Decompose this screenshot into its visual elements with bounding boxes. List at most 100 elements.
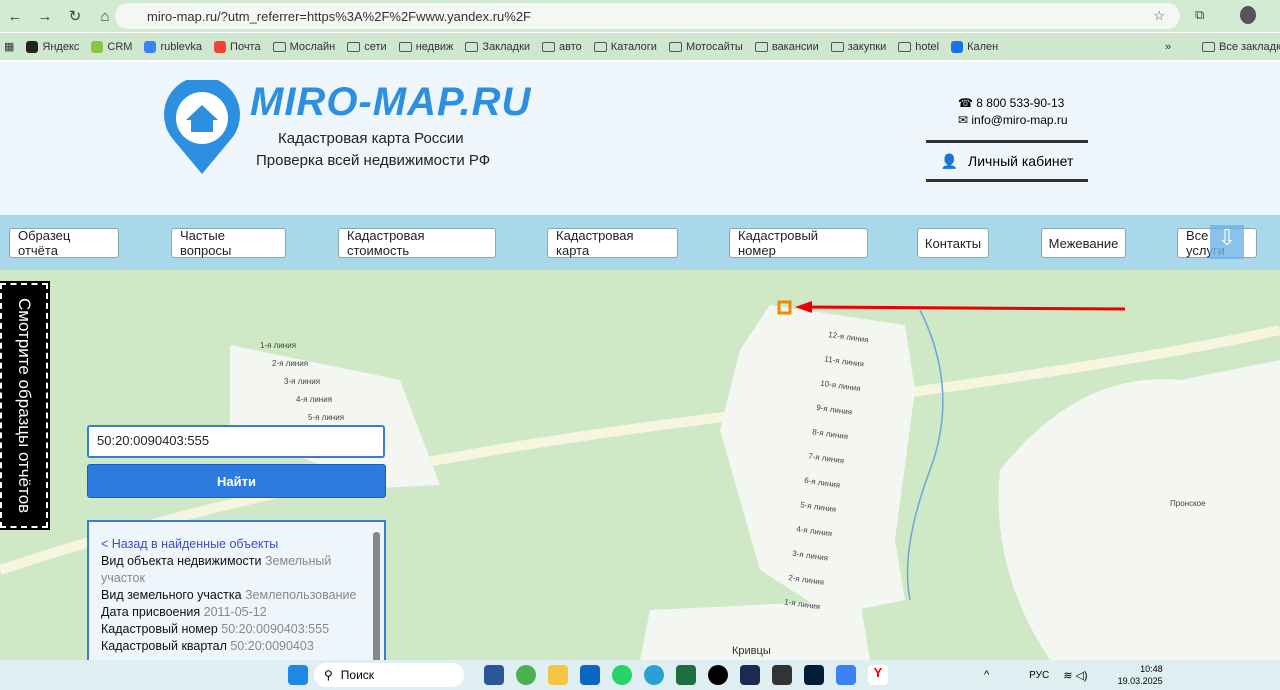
info-value: 50:20:0090403 (230, 639, 314, 653)
folder-icon (754, 41, 768, 52)
bookmark[interactable]: Каталоги (593, 40, 657, 53)
bookmark-label: hotel (915, 40, 940, 53)
bookmark[interactable]: Закладки (465, 41, 530, 53)
bookmark[interactable]: rublevka (144, 40, 203, 53)
nav-button[interactable]: Контакты (917, 228, 989, 258)
find-button[interactable]: Найти (87, 464, 386, 498)
explorer-icon[interactable] (548, 665, 568, 685)
telegram-icon[interactable] (644, 665, 664, 685)
bookmark-label: Каталоги (610, 40, 657, 53)
bookmark-icon (91, 40, 104, 53)
info-value: Землепользование (245, 588, 357, 602)
info-row: Кадастровый квартал 50:20:0090403 (101, 638, 364, 655)
nav-button[interactable]: Кадастровая стоимость (338, 228, 496, 258)
bookmark-label: Мослайн (289, 40, 336, 53)
cabinet-button[interactable]: 👤 Личный кабинет (926, 140, 1088, 182)
bookmark-label: авто (559, 40, 582, 53)
bookmark[interactable]: Мослайн (272, 40, 336, 53)
bookmark[interactable]: Мотосайты (668, 41, 743, 53)
folder-icon (1202, 41, 1215, 52)
taskbar: ⚲ Поиск Y ^ РУС ≋ ◁) 10:48 19.03.2025 (0, 660, 1280, 690)
info-key: Вид земельного участка (101, 588, 242, 602)
forward-icon[interactable]: → (30, 8, 60, 25)
folder-icon (398, 41, 412, 52)
bookmark-icon (214, 40, 227, 53)
nav-button[interactable]: Образец отчёта (9, 228, 119, 258)
browser-toolbar: ← → ↻ ⌂ miro-map.ru/?utm_referrer=https%… (0, 0, 1280, 32)
bookmark-label: недвиж (415, 40, 454, 53)
email-address: info@miro-map.ru (971, 113, 1068, 127)
phone[interactable]: ☎ 8 800 533-90-13 (958, 96, 1064, 110)
bookmark-icon (951, 40, 964, 53)
photoshop-icon[interactable] (804, 665, 824, 685)
nav-button[interactable]: Частые вопросы (171, 228, 286, 258)
sample-reports-tab[interactable]: Смотрите образцы отчётов (0, 281, 50, 530)
bookmark[interactable]: вакансии (754, 40, 819, 53)
search-icon: ⚲ (324, 668, 333, 682)
folder-icon (593, 41, 607, 52)
bookmark[interactable]: Яндекс (26, 40, 80, 53)
house-pin-logo-icon (164, 80, 240, 174)
tiktok-icon[interactable] (708, 665, 728, 685)
nav-button[interactable]: Кадастровый номер (729, 228, 868, 258)
scroll-down-icon[interactable]: ⇩ (1210, 225, 1244, 259)
yandex-browser-icon[interactable]: Y (868, 665, 888, 685)
language-indicator[interactable]: РУС (1029, 670, 1049, 681)
bookmark[interactable]: сети (347, 40, 387, 53)
star-icon[interactable]: ☆ (1153, 8, 1165, 24)
bookmark[interactable]: Кален (951, 40, 998, 53)
search-label: Поиск (340, 668, 375, 682)
scrollbar[interactable] (373, 532, 380, 662)
mail-icon: ✉ (958, 113, 972, 127)
back-icon[interactable]: ← (0, 8, 30, 25)
clock[interactable]: 10:48 19.03.2025 (1118, 663, 1163, 687)
extensions-icon[interactable]: ⧉ (1195, 7, 1204, 23)
all-bookmarks[interactable]: Все закладки (1219, 41, 1280, 53)
bookmark-label: rublevka (160, 40, 203, 53)
bookmark[interactable]: авто (542, 41, 582, 53)
windows-start-icon[interactable] (288, 665, 308, 685)
lightroom-icon[interactable] (740, 665, 760, 685)
excel-icon[interactable] (676, 665, 696, 685)
back-to-results-link[interactable]: < Назад в найденные объекты (101, 537, 278, 551)
bookmark-label: Яндекс (42, 40, 80, 53)
bookmark[interactable]: Почта (214, 40, 261, 53)
taskbar-search[interactable]: ⚲ Поиск (314, 663, 464, 687)
wifi-volume-icon[interactable]: ≋ ◁) (1063, 669, 1087, 682)
folder-icon (668, 41, 682, 52)
apps-icon[interactable]: ▦ (4, 40, 14, 53)
bookmark-label: вакансии (771, 40, 819, 53)
bookmark[interactable]: недвиж (398, 40, 454, 53)
info-key: Дата присвоения (101, 605, 201, 619)
folder-icon (830, 41, 844, 52)
app-icon[interactable] (772, 665, 792, 685)
bookmark[interactable]: закупки (830, 41, 886, 53)
reload-icon[interactable]: ↻ (60, 7, 90, 25)
nav-button[interactable]: Межевание (1041, 228, 1126, 258)
word-icon[interactable] (484, 665, 504, 685)
more-bookmarks[interactable]: » (1165, 41, 1171, 53)
chrome-icon[interactable] (516, 665, 536, 685)
bookmark[interactable]: hotel (898, 41, 939, 53)
tagline: Проверка всей недвижимости РФ (256, 152, 491, 169)
outlook-icon[interactable] (580, 665, 600, 685)
email[interactable]: ✉ info@miro-map.ru (958, 113, 1068, 127)
folder-icon (272, 41, 286, 52)
messenger-icon[interactable] (836, 665, 856, 685)
tray-chevron-icon[interactable]: ^ (984, 669, 989, 681)
site-header: MIRO-MAP.RU Кадастровая карта России Про… (0, 62, 1280, 215)
folder-icon (898, 41, 912, 52)
cadastral-search-input[interactable]: 50:20:0090403:555 (87, 425, 385, 458)
bookmark-label: CRM (107, 40, 133, 53)
bookmark[interactable]: CRM (91, 40, 133, 53)
street-label: 3-я линия (284, 377, 320, 386)
nav-button[interactable]: Кадастровая карта (547, 228, 678, 258)
place-label: Пронское (1170, 499, 1206, 508)
street-label: 4-я линия (296, 395, 332, 404)
bookmark-label: сети (364, 40, 387, 53)
whatsapp-icon[interactable] (612, 665, 632, 685)
site-logo[interactable]: MIRO-MAP.RU (250, 80, 531, 125)
address-bar[interactable]: miro-map.ru/?utm_referrer=https%3A%2F%2F… (115, 3, 1180, 29)
profile-avatar[interactable] (1240, 6, 1256, 24)
info-row: Вид земельного участка Землепользование (101, 587, 364, 604)
